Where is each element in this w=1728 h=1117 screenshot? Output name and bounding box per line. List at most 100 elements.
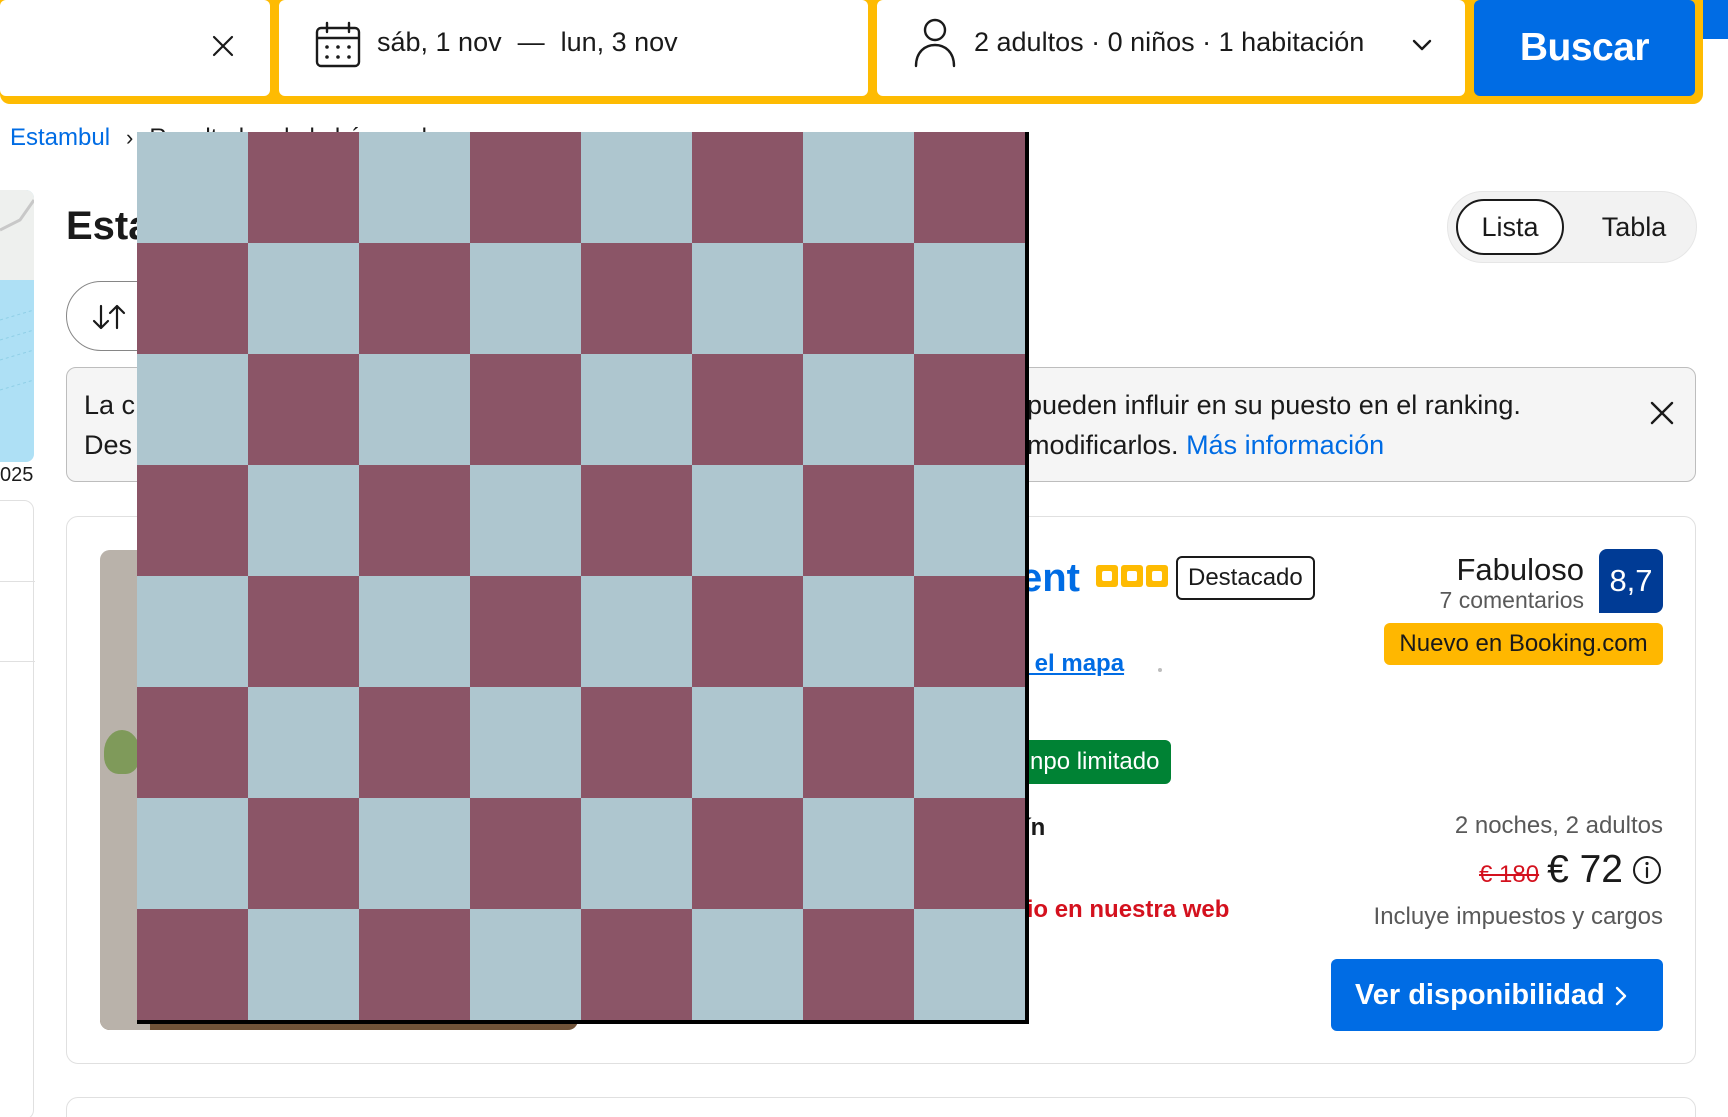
search-button[interactable]: Buscar <box>1474 0 1695 96</box>
checker-cell <box>914 243 1025 354</box>
new-on-booking-badge: Nuevo en Booking.com <box>1384 623 1663 665</box>
see-availability-label: Ver disponibilidad <box>1355 978 1605 1011</box>
checkerboard-overlay <box>137 132 1029 1024</box>
checker-cell <box>803 909 914 1020</box>
checker-cell <box>581 687 692 798</box>
checker-cell <box>692 798 803 909</box>
breadcrumb-city[interactable]: Estambul <box>10 124 110 152</box>
see-availability-button[interactable]: Ver disponibilidad <box>1331 959 1663 1031</box>
checker-cell <box>470 687 581 798</box>
price-row: € 180 € 72 <box>1360 845 1663 895</box>
checker-cell <box>803 687 914 798</box>
close-icon[interactable] <box>205 28 241 64</box>
checker-cell <box>359 687 470 798</box>
checker-cell <box>359 465 470 576</box>
close-icon[interactable] <box>1645 396 1679 430</box>
checker-cell <box>470 576 581 687</box>
checker-cell <box>914 465 1025 576</box>
checker-cell <box>914 687 1025 798</box>
map-copyright: 025 <box>0 464 34 486</box>
occupancy-value: 2 adultos · 0 niños · 1 habitación <box>974 27 1365 57</box>
star-icon <box>1121 565 1143 587</box>
checker-cell <box>692 909 803 1020</box>
occupancy-field[interactable]: 2 adultos · 0 niños · 1 habitación <box>877 0 1465 96</box>
checker-cell <box>581 132 692 243</box>
check-in-date: sáb, 1 nov <box>377 27 502 57</box>
checker-cell <box>581 465 692 576</box>
checker-cell <box>692 243 803 354</box>
taxes-note: Incluye impuestos y cargos <box>1373 903 1663 930</box>
banner-text-start: La c <box>84 390 136 420</box>
checker-cell <box>581 354 692 465</box>
map-preview[interactable] <box>0 190 34 462</box>
checker-cell <box>470 132 581 243</box>
checker-cell <box>470 354 581 465</box>
checker-cell <box>248 576 359 687</box>
checker-cell <box>137 243 248 354</box>
checker-cell <box>359 132 470 243</box>
checker-cell <box>692 354 803 465</box>
current-price: € 72 <box>1547 848 1623 891</box>
more-info-link[interactable]: Más información <box>1186 430 1384 460</box>
checker-cell <box>137 687 248 798</box>
checker-cell <box>692 132 803 243</box>
banner-text-end-2: modificarlos. Más información <box>1027 430 1384 461</box>
chevron-right-icon <box>1609 983 1633 1007</box>
filter-divider <box>0 581 35 582</box>
checker-cell <box>581 243 692 354</box>
checker-cell <box>914 576 1025 687</box>
checker-cell <box>359 909 470 1020</box>
rating-word: Fabuloso <box>1456 552 1584 587</box>
checker-cell <box>692 687 803 798</box>
original-price: € 180 <box>1479 861 1540 888</box>
info-icon[interactable] <box>1631 854 1663 886</box>
checker-cell <box>692 576 803 687</box>
checker-cell <box>803 243 914 354</box>
check-out-date: lun, 3 nov <box>560 27 678 57</box>
header-accent <box>1703 0 1728 39</box>
sort-icon <box>89 302 129 332</box>
chevron-down-icon <box>1409 32 1435 58</box>
review-score: 8,7 <box>1599 549 1663 613</box>
review-count: 7 comentarios <box>1439 587 1584 613</box>
banner-text: modificarlos. <box>1027 430 1179 460</box>
property-name[interactable]: ent <box>1020 556 1080 601</box>
banner-text-start-2: Des <box>84 430 133 460</box>
view-table-button[interactable]: Tabla <box>1580 199 1688 255</box>
checker-cell <box>137 132 248 243</box>
filters-panel <box>0 500 35 1117</box>
checker-cell <box>914 909 1025 1020</box>
checker-cell <box>581 576 692 687</box>
checker-cell <box>470 465 581 576</box>
featured-badge: Destacado <box>1176 556 1315 600</box>
view-list-button[interactable]: Lista <box>1456 199 1564 255</box>
checker-cell <box>581 798 692 909</box>
checker-cell <box>581 909 692 1020</box>
checker-cell <box>803 798 914 909</box>
checker-cell <box>248 687 359 798</box>
checker-cell <box>692 465 803 576</box>
checker-cell <box>248 354 359 465</box>
checker-cell <box>470 909 581 1020</box>
photo-plant <box>104 730 140 774</box>
checker-cell <box>137 465 248 576</box>
checker-cell <box>248 132 359 243</box>
checker-cell <box>137 354 248 465</box>
dates-value: sáb, 1 nov — lun, 3 nov <box>377 27 678 58</box>
banner-text-end: pueden influir en su puesto en el rankin… <box>1027 390 1521 420</box>
star-icon <box>1096 565 1118 587</box>
checker-cell <box>137 909 248 1020</box>
checker-cell <box>470 798 581 909</box>
breadcrumb-separator: › <box>126 125 134 150</box>
star-rating <box>1096 565 1168 587</box>
separator-dot <box>1158 668 1162 672</box>
view-toggle: Lista Tabla <box>1447 191 1697 263</box>
checker-cell <box>248 909 359 1020</box>
checker-cell <box>248 798 359 909</box>
person-icon <box>911 16 959 70</box>
dates-field[interactable]: sáb, 1 nov — lun, 3 nov <box>279 0 868 96</box>
calendar-icon <box>313 20 363 70</box>
checker-cell <box>914 354 1025 465</box>
checker-cell <box>803 132 914 243</box>
destination-field[interactable] <box>0 0 270 96</box>
